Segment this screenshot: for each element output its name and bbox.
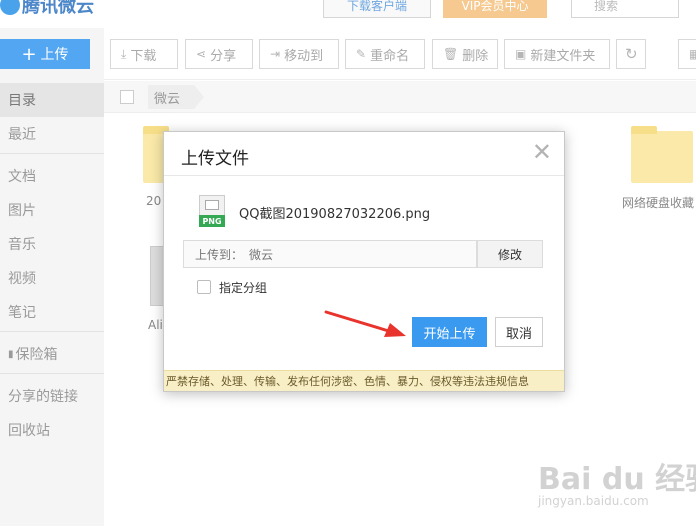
watermark-url: jingyan.baidu.com — [538, 494, 649, 508]
group-checkbox[interactable] — [197, 280, 211, 294]
share-button[interactable]: ⋖ 分享 — [185, 39, 253, 69]
png-file-icon: PNG — [199, 195, 225, 227]
sidebar-divider — [0, 373, 104, 374]
download-icon: ⤓ — [121, 46, 127, 61]
sidebar-item-images[interactable]: 图片 — [0, 193, 104, 227]
destination-label: 上传到： — [195, 247, 244, 262]
sidebar: + 上传 目录 最近 文档 图片 音乐 视频 笔记 ▮ 保险箱 分享的链接 回收… — [0, 28, 104, 526]
close-icon[interactable]: ✕ — [532, 140, 552, 164]
sidebar-item-label: 保险箱 — [15, 347, 58, 363]
search-input[interactable]: 搜索 — [571, 0, 679, 18]
vip-center-button[interactable]: VIP会员中心 — [443, 0, 547, 18]
download-label: 下载 — [130, 48, 157, 64]
download-client-button[interactable]: 下载客户端 — [323, 0, 431, 18]
upload-button[interactable]: + 上传 — [0, 39, 90, 69]
cloud-logo-icon — [0, 0, 20, 15]
share-label: 分享 — [210, 48, 237, 64]
file-label: 网络硬盘收藏 — [622, 196, 695, 210]
move-icon: ⇥ — [270, 47, 281, 61]
sidebar-item-notes[interactable]: 笔记 — [0, 295, 104, 329]
destination-field: 上传到： 微云 — [183, 240, 477, 268]
move-to-label: 移动到 — [284, 48, 324, 64]
new-folder-icon: ▣ — [515, 47, 527, 61]
destination-value: 微云 — [249, 247, 274, 262]
refresh-button[interactable]: ↻ — [616, 39, 646, 69]
sidebar-item-directory[interactable]: 目录 — [0, 83, 104, 117]
trash-icon: 🗑 — [443, 47, 459, 61]
sidebar-item-shared-links[interactable]: 分享的链接 — [0, 379, 104, 413]
file-type-tag: PNG — [199, 215, 225, 227]
cancel-button[interactable]: 取消 — [495, 317, 543, 347]
toolbar: ⤓ 下载 ⋖ 分享 ⇥ 移动到 ✎ 重命名 🗑 删除 ▣ 新建文件夹 ↻ ▦ — [104, 28, 696, 80]
view-toggle-button[interactable]: ▦ — [678, 39, 696, 69]
edit-icon: ✎ — [356, 47, 367, 61]
grid-view-icon: ▦ — [689, 47, 696, 61]
dialog-title: 上传文件 — [181, 149, 249, 169]
folder-icon[interactable] — [631, 126, 693, 183]
rename-label: 重命名 — [370, 48, 410, 64]
top-bar: 腾讯微云 下载客户端 VIP会员中心 搜索 — [0, 0, 696, 28]
baidu-watermark: Bai du 经验 jingyan.baidu.com — [520, 454, 696, 516]
sidebar-item-documents[interactable]: 文档 — [0, 159, 104, 193]
sidebar-item-recent[interactable]: 最近 — [0, 117, 104, 151]
annotation-arrow-icon — [324, 310, 406, 337]
sidebar-divider — [0, 331, 104, 332]
download-button[interactable]: ⤓ 下载 — [110, 39, 178, 69]
file-name: QQ截图20190827032206.png — [239, 207, 431, 222]
start-upload-button[interactable]: 开始上传 — [412, 317, 487, 347]
modify-destination-button[interactable]: 修改 — [477, 240, 543, 268]
new-folder-label: 新建文件夹 — [530, 48, 596, 64]
plus-icon: + — [21, 43, 37, 65]
rename-button[interactable]: ✎ 重命名 — [345, 39, 425, 69]
warning-banner: 严禁存储、处理、传输、发布任何涉密、色情、暴力、侵权等违法违规信息 — [164, 370, 564, 391]
app-logo[interactable]: 腾讯微云 — [0, 0, 94, 18]
app-logo-text: 腾讯微云 — [22, 0, 94, 17]
sidebar-divider — [0, 153, 104, 154]
upload-dialog: 上传文件 ✕ PNG QQ截图20190827032206.png 上传到： 微… — [163, 131, 565, 392]
select-all-checkbox[interactable] — [120, 90, 134, 104]
refresh-icon: ↻ — [625, 45, 638, 63]
dialog-divider — [164, 175, 564, 176]
file-thumbnail[interactable] — [150, 246, 164, 306]
upload-button-label: 上传 — [40, 47, 69, 63]
delete-button[interactable]: 🗑 删除 — [432, 39, 498, 69]
breadcrumb-root[interactable]: 微云 — [148, 85, 205, 109]
file-label: Ali — [148, 318, 163, 332]
breadcrumb: 微云 — [104, 81, 696, 113]
lock-icon: ▮ — [8, 348, 14, 360]
sidebar-item-video[interactable]: 视频 — [0, 261, 104, 295]
new-folder-button[interactable]: ▣ 新建文件夹 — [504, 39, 610, 69]
sidebar-item-safe[interactable]: ▮ 保险箱 — [0, 337, 104, 371]
group-checkbox-label: 指定分组 — [219, 281, 268, 295]
share-icon: ⋖ — [196, 47, 207, 61]
file-label: 20 — [146, 194, 162, 208]
image-icon — [205, 200, 219, 210]
watermark-brand: Bai du 经验 — [538, 462, 696, 497]
move-to-button[interactable]: ⇥ 移动到 — [259, 39, 339, 69]
sidebar-item-recycle-bin[interactable]: 回收站 — [0, 413, 104, 447]
sidebar-item-music[interactable]: 音乐 — [0, 227, 104, 261]
delete-label: 删除 — [462, 48, 489, 64]
